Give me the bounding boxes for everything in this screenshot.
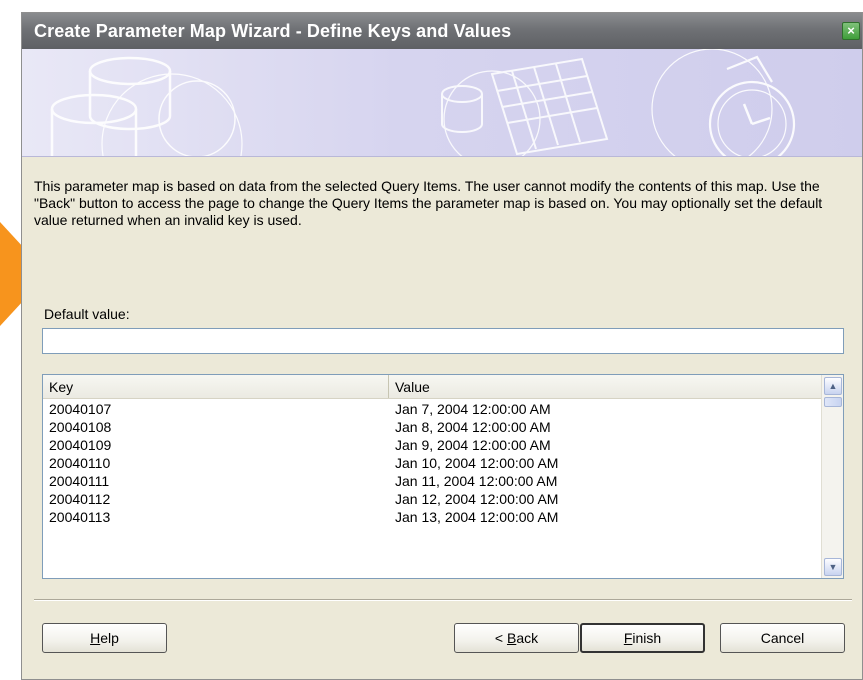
column-header-value[interactable]: Value [389, 375, 821, 398]
cancel-button[interactable]: Cancel [720, 623, 845, 653]
value-cell: Jan 7, 2004 12:00:00 AM [395, 401, 551, 417]
value-cell: Jan 8, 2004 12:00:00 AM [395, 419, 551, 435]
close-button[interactable]: × [842, 22, 860, 40]
key-cell: 20040107 [49, 401, 112, 417]
default-value-input[interactable] [42, 328, 844, 354]
banner-illustration [50, 49, 796, 156]
finish-label-rest: inish [632, 630, 662, 646]
scroll-up-arrow-icon: ▲ [828, 381, 838, 391]
close-icon: × [847, 23, 855, 38]
value-cell: Jan 13, 2004 12:00:00 AM [395, 509, 559, 525]
value-cell: Jan 10, 2004 12:00:00 AM [395, 455, 559, 471]
value-cell: Jan 11, 2004 12:00:00 AM [395, 473, 558, 489]
table-row[interactable]: 20040110 Jan 10, 2004 12:00:00 AM [43, 454, 821, 472]
scroll-thumb[interactable] [824, 397, 842, 407]
scroll-down-button[interactable]: ▼ [824, 558, 842, 576]
help-mnemonic: H [90, 630, 101, 646]
key-cell: 20040108 [49, 419, 112, 435]
table-row[interactable]: 20040107 Jan 7, 2004 12:00:00 AM [43, 400, 821, 418]
scroll-up-button[interactable]: ▲ [824, 377, 842, 395]
table-rows: 20040107 Jan 7, 2004 12:00:00 AM 2004010… [43, 400, 821, 526]
wizard-banner [22, 49, 862, 157]
title-bar[interactable]: Create Parameter Map Wizard - Define Key… [22, 13, 862, 49]
table-row[interactable]: 20040109 Jan 9, 2004 12:00:00 AM [43, 436, 821, 454]
window-title: Create Parameter Map Wizard - Define Key… [34, 20, 512, 41]
default-value-label: Default value: [44, 306, 130, 322]
key-cell: 20040111 [49, 473, 110, 489]
wizard-content: This parameter map is based on data from… [22, 158, 862, 679]
back-mnemonic: B [506, 630, 517, 646]
scroll-down-arrow-icon: ▼ [828, 562, 838, 572]
table-row[interactable]: 20040108 Jan 8, 2004 12:00:00 AM [43, 418, 821, 436]
button-separator [34, 599, 852, 601]
finish-button[interactable]: Finish [580, 623, 705, 653]
key-cell: 20040110 [49, 455, 111, 471]
table-row[interactable]: 20040113 Jan 13, 2004 12:00:00 AM [43, 508, 821, 526]
wizard-dialog: Create Parameter Map Wizard - Define Key… [21, 12, 863, 680]
table-row[interactable]: 20040112 Jan 12, 2004 12:00:00 AM [43, 490, 821, 508]
value-cell: Jan 12, 2004 12:00:00 AM [395, 491, 559, 507]
back-button[interactable]: < Back [454, 623, 579, 653]
key-value-table[interactable]: Key Value 20040107 Jan 7, 2004 12:00:00 … [42, 374, 844, 579]
description-text: This parameter map is based on data from… [34, 178, 823, 228]
key-cell: 20040112 [49, 491, 111, 507]
table-header: Key Value [43, 375, 821, 399]
value-cell: Jan 9, 2004 12:00:00 AM [395, 437, 551, 453]
column-header-key[interactable]: Key [43, 375, 389, 398]
help-label-rest: elp [100, 630, 119, 646]
key-cell: 20040113 [49, 509, 111, 525]
cancel-label: Cancel [760, 630, 805, 646]
key-cell: 20040109 [49, 437, 112, 453]
help-button[interactable]: Help [42, 623, 167, 653]
table-row[interactable]: 20040111 Jan 11, 2004 12:00:00 AM [43, 472, 821, 490]
back-label-rest: ack [516, 630, 539, 646]
vertical-scrollbar[interactable]: ▲ ▼ [821, 375, 843, 578]
back-prefix: < [494, 630, 507, 646]
